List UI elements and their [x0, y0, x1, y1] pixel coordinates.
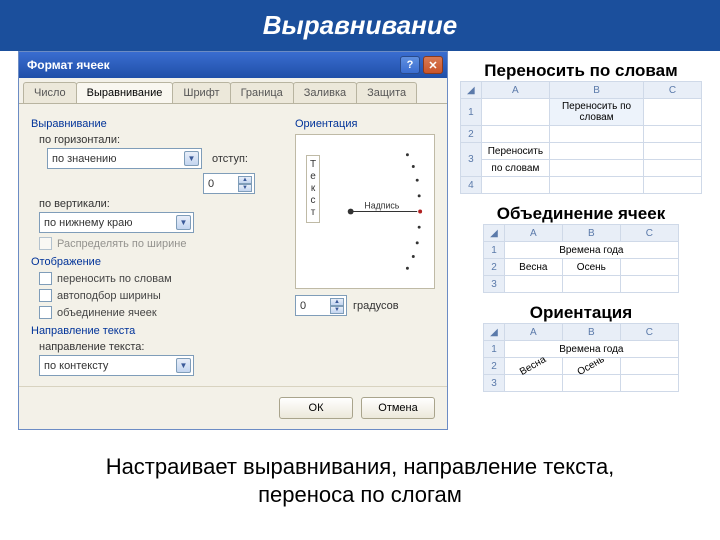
cell: Переносить по словам: [550, 99, 644, 126]
svg-text:Надпись: Надпись: [364, 201, 399, 211]
col-header: C: [620, 225, 678, 242]
merged-cell: Времена года: [504, 242, 678, 259]
orientation-control[interactable]: Т е к с т Надпись: [295, 134, 435, 289]
chevron-down-icon: ▼: [176, 215, 191, 230]
row-header: 4: [461, 177, 482, 194]
help-icon[interactable]: ?: [400, 56, 420, 74]
horizontal-combo[interactable]: по значению ▼: [47, 148, 202, 169]
rotated-cell: Осень: [562, 358, 620, 375]
row-header: 3: [484, 375, 505, 392]
example-orient-grid: ◢ A B C 1Времена года 2 Весна Осень 3: [483, 323, 679, 392]
format-cells-dialog: Формат ячеек ? ✕ Число Выравнивание Шриф…: [18, 51, 448, 430]
dialog-titlebar: Формат ячеек ? ✕: [19, 52, 447, 78]
label-direction: направление текста:: [39, 341, 283, 353]
direction-combo[interactable]: по контексту ▼: [39, 355, 194, 376]
label-horizontal: по горизонтали:: [39, 134, 283, 146]
example-orient-title: Ориентация: [460, 303, 702, 323]
tab-protection[interactable]: Защита: [356, 82, 417, 103]
label-vertical: по вертикали:: [39, 198, 283, 210]
row-header: 2: [484, 358, 505, 375]
col-header: A: [504, 324, 562, 341]
tab-number[interactable]: Число: [23, 82, 77, 103]
label-autofit: автоподбор ширины: [57, 290, 161, 302]
orientation-vertical-text[interactable]: Т е к с т: [306, 155, 320, 223]
label-indent: отступ:: [212, 153, 248, 165]
row-header: 3: [461, 143, 482, 177]
tab-border[interactable]: Граница: [230, 82, 294, 103]
example-wrap-title: Переносить по словам: [460, 61, 702, 81]
section-orientation: Ориентация: [295, 118, 435, 130]
direction-value: по контексту: [44, 360, 108, 372]
label-distribute: Распределять по ширине: [57, 238, 186, 250]
vertical-value: по нижнему краю: [44, 217, 132, 229]
col-header: C: [620, 324, 678, 341]
page-title: Выравнивание: [0, 0, 720, 51]
col-header: A: [504, 225, 562, 242]
indent-spinner[interactable]: 0 ▲▼: [203, 173, 255, 194]
col-header: B: [562, 324, 620, 341]
corner-cell: ◢: [461, 82, 482, 99]
corner-cell: ◢: [484, 324, 505, 341]
rotated-cell: Весна: [504, 358, 562, 375]
checkbox-merge[interactable]: [39, 306, 52, 319]
section-alignment: Выравнивание: [31, 118, 283, 130]
section-direction: Направление текста: [31, 325, 283, 337]
cell: Переносить: [481, 143, 549, 160]
chevron-down-icon: ▼: [184, 151, 199, 166]
row-header: 1: [484, 341, 505, 358]
col-header: A: [481, 82, 549, 99]
section-display: Отображение: [31, 256, 283, 268]
spin-down-icon[interactable]: ▼: [238, 184, 252, 192]
footer-caption: Настраивает выравнивания, направление те…: [0, 453, 720, 510]
examples-column: Переносить по словам ◢ A B C 1 Переносить…: [460, 51, 702, 430]
merged-cell: Времена года: [504, 341, 678, 358]
chevron-down-icon: ▼: [176, 358, 191, 373]
cancel-button[interactable]: Отмена: [361, 397, 435, 419]
row-header: 2: [484, 259, 505, 276]
degrees-spinner[interactable]: 0 ▲▼: [295, 295, 347, 316]
col-header: B: [550, 82, 644, 99]
spin-up-icon[interactable]: ▲: [238, 176, 252, 184]
row-header: 2: [461, 126, 482, 143]
label-degrees: градусов: [353, 300, 399, 312]
dialog-tabs: Число Выравнивание Шрифт Граница Заливка…: [19, 78, 447, 104]
indent-value: 0: [208, 178, 214, 190]
checkbox-autofit[interactable]: [39, 289, 52, 302]
ok-button[interactable]: ОК: [279, 397, 353, 419]
horizontal-value: по значению: [52, 153, 116, 165]
tab-fill[interactable]: Заливка: [293, 82, 357, 103]
row-header: 3: [484, 276, 505, 293]
row-header: 1: [484, 242, 505, 259]
col-header: C: [644, 82, 702, 99]
col-header: B: [562, 225, 620, 242]
tab-alignment[interactable]: Выравнивание: [76, 82, 174, 103]
cell: Весна: [504, 259, 562, 276]
cell: Осень: [562, 259, 620, 276]
row-header: 1: [461, 99, 482, 126]
dialog-title-text: Формат ячеек: [27, 58, 110, 72]
example-wrap-grid: ◢ A B C 1Переносить по словам 2 3Перенос…: [460, 81, 702, 194]
checkbox-distribute[interactable]: [39, 237, 52, 250]
spin-up-icon[interactable]: ▲: [330, 298, 344, 306]
tab-font[interactable]: Шрифт: [172, 82, 230, 103]
vertical-combo[interactable]: по нижнему краю ▼: [39, 212, 194, 233]
corner-cell: ◢: [484, 225, 505, 242]
main-area: Формат ячеек ? ✕ Число Выравнивание Шриф…: [0, 51, 720, 430]
degrees-value: 0: [300, 300, 306, 312]
spin-down-icon[interactable]: ▼: [330, 306, 344, 314]
orientation-arc-icon: Надпись: [336, 143, 426, 280]
example-merge-grid: ◢ A B C 1Времена года 2ВеснаОсень 3: [483, 224, 679, 293]
checkbox-wrap[interactable]: [39, 272, 52, 285]
label-merge: объединение ячеек: [57, 307, 157, 319]
cell: по словам: [481, 160, 549, 177]
close-icon[interactable]: ✕: [423, 56, 443, 74]
example-merge-title: Объединение ячеек: [460, 204, 702, 224]
label-wrap: переносить по словам: [57, 273, 172, 285]
